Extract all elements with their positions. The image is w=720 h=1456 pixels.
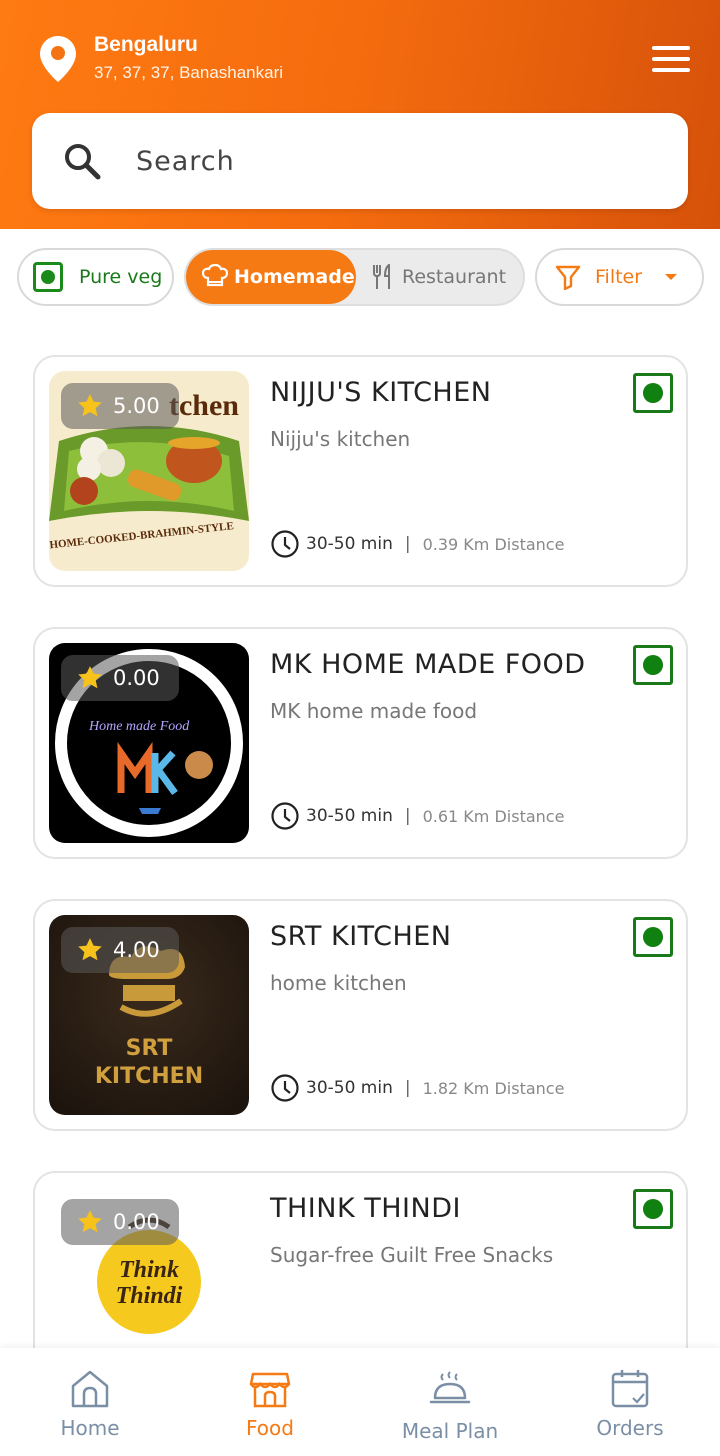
location-pin-icon[interactable] — [40, 36, 76, 82]
rating-badge: 4.00 — [61, 927, 179, 973]
star-icon — [78, 666, 102, 689]
rating-badge: 0.00 — [61, 655, 179, 701]
nav-orders[interactable]: Orders — [540, 1348, 720, 1456]
restaurant-subtitle: Nijju's kitchen — [270, 427, 411, 451]
veg-symbol-icon — [33, 262, 63, 292]
restaurant-subtitle: Sugar-free Guilt Free Snacks — [270, 1243, 554, 1267]
homemade-label: Homemade — [234, 266, 355, 288]
logo-tagline: SRT KITCHEN — [94, 1036, 204, 1089]
location-city[interactable]: Bengaluru — [94, 33, 198, 57]
delivery-meta: 30-50 min | 0.61 Km Distance — [270, 801, 564, 831]
restaurant-name: NIJJU'S KITCHEN — [270, 377, 492, 408]
clock-icon — [271, 1074, 299, 1102]
delivery-time: 30-50 min — [306, 534, 393, 554]
star-icon — [78, 1210, 102, 1233]
search-icon — [65, 144, 101, 180]
veg-indicator-icon — [633, 645, 673, 685]
delivery-time: 30-50 min — [306, 1078, 393, 1098]
pure-veg-toggle[interactable]: Pure veg — [17, 248, 174, 306]
food-type-toggle: Homemade Restaurant — [184, 248, 525, 306]
calendar-check-icon — [611, 1370, 649, 1408]
hamburger-menu-icon[interactable] — [652, 46, 690, 74]
restaurant-name: SRT KITCHEN — [270, 921, 452, 952]
star-icon — [78, 394, 102, 417]
storefront-icon — [249, 1372, 291, 1408]
bottom-navigation: Home Food Meal Plan Orders — [0, 1348, 720, 1456]
filter-dropdown[interactable]: Filter — [535, 248, 704, 306]
rating-value: 5.00 — [113, 394, 160, 418]
clock-icon — [271, 802, 299, 830]
restaurant-name: THINK THINDI — [270, 1193, 461, 1224]
nav-food-label: Food — [246, 1416, 294, 1440]
distance: 0.61 Km Distance — [422, 806, 565, 826]
veg-indicator-icon — [633, 1189, 673, 1229]
location-address[interactable]: 37, 37, 37, Banashankari — [94, 63, 283, 83]
funnel-icon — [555, 265, 581, 290]
veg-indicator-icon — [633, 917, 673, 957]
restaurant-card[interactable]: Home made Food 0.00 MK HOME MADE FOOD MK… — [33, 627, 688, 859]
homemade-tab[interactable]: Homemade — [186, 250, 356, 304]
rating-value: 0.00 — [113, 1210, 160, 1234]
meta-separator: | — [404, 534, 411, 554]
filter-label: Filter — [595, 266, 643, 288]
search-input[interactable] — [136, 139, 656, 183]
delivery-meta: 30-50 min | 0.39 Km Distance — [270, 529, 564, 559]
pure-veg-label: Pure veg — [79, 266, 163, 288]
nav-food[interactable]: Food — [180, 1348, 360, 1456]
delivery-meta: 30-50 min | 1.82 Km Distance — [270, 1073, 564, 1103]
rating-badge: 5.00 — [61, 383, 179, 429]
app-header: Bengaluru 37, 37, 37, Banashankari — [0, 0, 720, 229]
restaurant-label: Restaurant — [402, 266, 507, 288]
meta-separator: | — [404, 806, 411, 826]
nav-meal-plan-label: Meal Plan — [401, 1419, 499, 1443]
cloche-icon — [429, 1371, 471, 1404]
nav-orders-label: Orders — [596, 1416, 664, 1440]
rating-value: 0.00 — [113, 666, 160, 690]
star-icon — [78, 938, 102, 961]
nav-home-label: Home — [60, 1416, 120, 1440]
restaurant-card[interactable]: SRT KITCHEN 4.00 SRT KITCHEN home kitche… — [33, 899, 688, 1131]
restaurant-subtitle: home kitchen — [270, 971, 407, 995]
logo-tagline: Think Thindi — [115, 1257, 183, 1309]
fork-knife-icon — [373, 264, 390, 289]
nav-meal-plan[interactable]: Meal Plan — [360, 1348, 540, 1456]
restaurant-card[interactable]: tchen HOME-COOKED-BRAHMIN-STYLE 5.00 NIJ… — [33, 355, 688, 587]
home-icon — [71, 1370, 109, 1408]
chef-hat-icon — [202, 264, 228, 287]
rating-value: 4.00 — [113, 938, 160, 962]
distance: 1.82 Km Distance — [422, 1078, 565, 1098]
delivery-time: 30-50 min — [306, 806, 393, 826]
rating-badge: 0.00 — [61, 1199, 179, 1245]
restaurant-name: MK HOME MADE FOOD — [270, 649, 586, 680]
search-bar[interactable] — [32, 113, 688, 209]
distance: 0.39 Km Distance — [422, 534, 565, 554]
clock-icon — [271, 530, 299, 558]
meta-separator: | — [404, 1078, 411, 1098]
chevron-down-icon — [665, 274, 678, 280]
logo-tagline: Home made Food — [89, 719, 190, 734]
veg-indicator-icon — [633, 373, 673, 413]
restaurant-subtitle: MK home made food — [270, 699, 478, 723]
restaurant-tab[interactable]: Restaurant — [372, 250, 506, 304]
nav-home[interactable]: Home — [0, 1348, 180, 1456]
